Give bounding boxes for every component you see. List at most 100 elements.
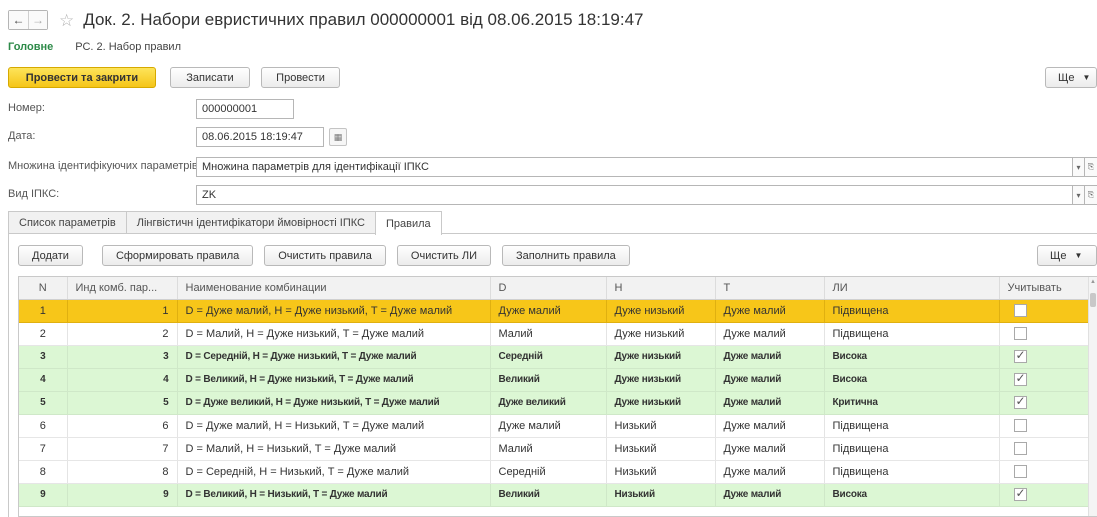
consider-checkbox[interactable] — [1013, 394, 1027, 409]
row-combo-name[interactable]: D = Великий, H = Дуже низький, T = Дуже … — [177, 368, 491, 392]
tab-params[interactable]: Список параметрів — [8, 211, 127, 234]
param-set-dropdown-icon[interactable]: ▾ — [1073, 157, 1085, 177]
row-d-value[interactable]: Великий — [490, 368, 607, 392]
consider-checkbox[interactable] — [1013, 465, 1027, 478]
param-set-field[interactable]: Множина параметрів для ідентифікації ІПК… — [196, 157, 1073, 177]
clear-li-button[interactable]: Очистить ЛИ — [396, 245, 491, 266]
row-t-value[interactable]: Дуже малий — [715, 345, 825, 369]
row-combo-name[interactable]: D = Середній, H = Дуже низький, T = Дуже… — [177, 345, 491, 369]
row-h-value[interactable]: Дуже низький — [606, 322, 716, 346]
grid-more-button[interactable]: Ще ▼ — [1037, 245, 1097, 266]
row-t-value[interactable]: Дуже малий — [715, 437, 825, 461]
row-li-value[interactable]: Підвищена — [824, 460, 1000, 484]
row-combo-name[interactable]: D = Дуже малий, H = Низький, T = Дуже ма… — [177, 414, 491, 438]
row-combo-name[interactable]: D = Дуже малий, H = Дуже низький, T = Ду… — [177, 299, 491, 323]
row-combo-index[interactable]: 3 — [67, 345, 178, 369]
table-row[interactable]: 44D = Великий, H = Дуже низький, T = Дуж… — [19, 368, 1090, 392]
row-number[interactable]: 2 — [19, 322, 68, 346]
row-number[interactable]: 3 — [19, 345, 68, 369]
row-li-value[interactable]: Висока — [824, 368, 1000, 392]
date-field[interactable]: 08.06.2015 18:19:47 — [196, 127, 324, 147]
consider-checkbox[interactable] — [1013, 486, 1027, 501]
col-combo-index[interactable]: Инд комб. пар... — [67, 277, 178, 300]
clear-rules-button[interactable]: Очистить правила — [264, 245, 386, 266]
row-combo-index[interactable]: 6 — [67, 414, 178, 438]
row-combo-name[interactable]: D = Середній, H = Низький, T = Дуже мали… — [177, 460, 491, 484]
row-li-value[interactable]: Підвищена — [824, 437, 1000, 461]
row-combo-name[interactable]: D = Дуже великий, H = Дуже низький, T = … — [177, 391, 491, 415]
row-h-value[interactable]: Дуже низький — [606, 391, 716, 415]
row-number[interactable]: 7 — [19, 437, 68, 461]
save-button[interactable]: Записати — [170, 67, 250, 88]
row-combo-index[interactable]: 4 — [67, 368, 178, 392]
tab-rules[interactable]: Правила — [374, 211, 442, 235]
row-li-value[interactable]: Підвищена — [824, 414, 1000, 438]
row-d-value[interactable]: Дуже малий — [490, 414, 607, 438]
row-combo-index[interactable]: 7 — [67, 437, 178, 461]
forward-arrow-icon[interactable]: → — [28, 11, 47, 29]
row-number[interactable]: 9 — [19, 483, 68, 507]
row-d-value[interactable]: Середній — [490, 345, 607, 369]
consider-checkbox[interactable] — [1013, 442, 1027, 455]
type-open-icon[interactable]: ⎘ — [1085, 185, 1097, 205]
col-combo-name[interactable]: Наименование комбинации — [177, 277, 491, 300]
table-row[interactable]: 11D = Дуже малий, H = Дуже низький, T = … — [19, 299, 1090, 323]
consider-checkbox[interactable] — [1013, 419, 1027, 432]
row-li-value[interactable]: Критична — [824, 391, 1000, 415]
param-set-open-icon[interactable]: ⎘ — [1085, 157, 1097, 177]
table-row[interactable]: 33D = Середній, H = Дуже низький, T = Ду… — [19, 345, 1090, 369]
row-number[interactable]: 6 — [19, 414, 68, 438]
row-t-value[interactable]: Дуже малий — [715, 299, 825, 323]
back-arrow-icon[interactable]: ← — [9, 11, 28, 29]
row-h-value[interactable]: Низький — [606, 483, 716, 507]
col-consider[interactable]: Учитывать — [999, 277, 1090, 300]
row-number[interactable]: 5 — [19, 391, 68, 415]
row-combo-name[interactable]: D = Малий, H = Дуже низький, T = Дуже ма… — [177, 322, 491, 346]
post-and-close-button[interactable]: Провести та закрити — [8, 67, 156, 88]
row-number[interactable]: 1 — [19, 299, 68, 323]
table-row[interactable]: 22D = Малий, H = Дуже низький, T = Дуже … — [19, 322, 1090, 346]
type-dropdown-icon[interactable]: ▾ — [1073, 185, 1085, 205]
post-button[interactable]: Провести — [261, 67, 340, 88]
generate-rules-button[interactable]: Сформировать правила — [101, 245, 254, 266]
row-h-value[interactable]: Дуже низький — [606, 368, 716, 392]
row-combo-name[interactable]: D = Великий, H = Низький, T = Дуже малий — [177, 483, 491, 507]
row-combo-index[interactable]: 5 — [67, 391, 178, 415]
row-h-value[interactable]: Низький — [606, 437, 716, 461]
consider-checkbox[interactable] — [1013, 304, 1027, 317]
row-h-value[interactable]: Дуже низький — [606, 345, 716, 369]
row-li-value[interactable]: Висока — [824, 483, 1000, 507]
col-h[interactable]: H — [606, 277, 716, 300]
row-t-value[interactable]: Дуже малий — [715, 460, 825, 484]
row-t-value[interactable]: Дуже малий — [715, 391, 825, 415]
consider-checkbox[interactable] — [1013, 327, 1027, 340]
table-row[interactable]: 66D = Дуже малий, H = Низький, T = Дуже … — [19, 414, 1090, 438]
nav-rules-register[interactable]: РС. 2. Набор правил — [75, 41, 181, 53]
row-d-value[interactable]: Дуже малий — [490, 299, 607, 323]
fill-rules-button[interactable]: Заполнить правила — [501, 245, 630, 266]
col-n[interactable]: N — [19, 277, 68, 300]
col-d[interactable]: D — [490, 277, 607, 300]
table-row[interactable]: 99D = Великий, H = Низький, T = Дуже мал… — [19, 483, 1090, 507]
row-combo-index[interactable]: 9 — [67, 483, 178, 507]
more-button[interactable]: Ще ▼ — [1045, 67, 1097, 88]
row-t-value[interactable]: Дуже малий — [715, 368, 825, 392]
table-row[interactable]: 55D = Дуже великий, H = Дуже низький, T … — [19, 391, 1090, 415]
vertical-scrollbar[interactable]: ▲ — [1088, 277, 1097, 516]
row-combo-index[interactable]: 8 — [67, 460, 178, 484]
col-t[interactable]: T — [715, 277, 825, 300]
row-t-value[interactable]: Дуже малий — [715, 414, 825, 438]
consider-checkbox[interactable] — [1013, 371, 1027, 386]
row-combo-index[interactable]: 2 — [67, 322, 178, 346]
row-h-value[interactable]: Низький — [606, 460, 716, 484]
row-t-value[interactable]: Дуже малий — [715, 483, 825, 507]
row-d-value[interactable]: Середній — [490, 460, 607, 484]
row-t-value[interactable]: Дуже малий — [715, 322, 825, 346]
row-h-value[interactable]: Низький — [606, 414, 716, 438]
row-number[interactable]: 8 — [19, 460, 68, 484]
nav-main[interactable]: Головне — [8, 41, 53, 53]
row-number[interactable]: 4 — [19, 368, 68, 392]
row-li-value[interactable]: Підвищена — [824, 299, 1000, 323]
number-field[interactable]: 000000001 — [196, 99, 294, 119]
type-field[interactable]: ZK — [196, 185, 1073, 205]
